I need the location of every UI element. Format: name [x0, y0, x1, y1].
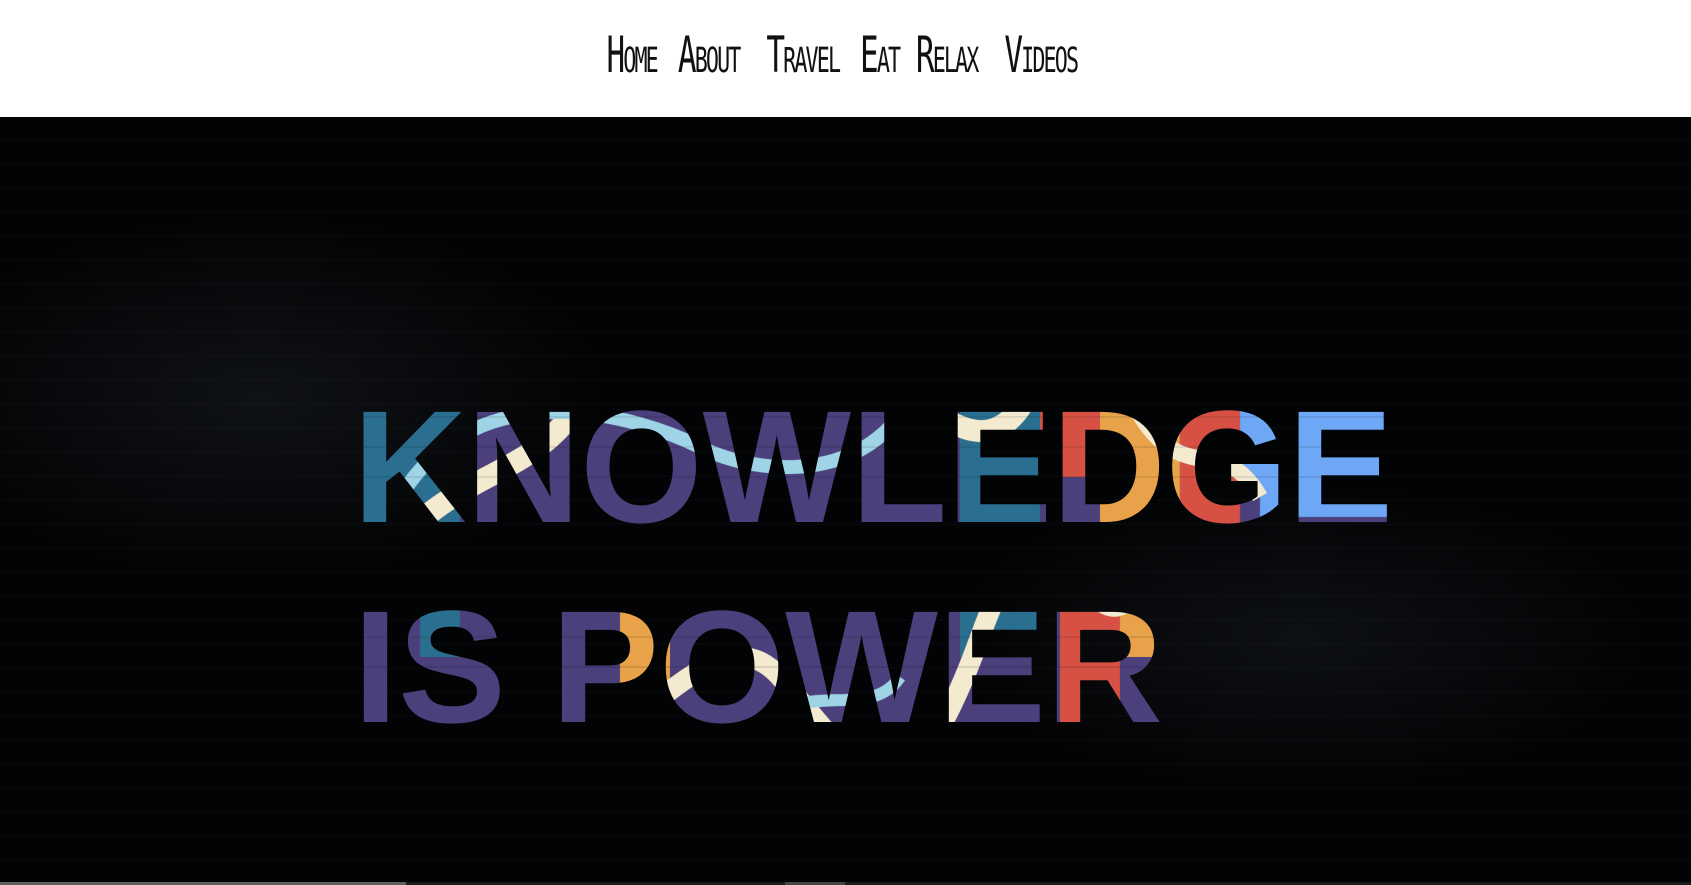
nav-relax-link[interactable]: Relax: [916, 30, 979, 80]
nav-travel-link[interactable]: Travel: [766, 30, 841, 80]
nav-videos-link[interactable]: Videos: [1004, 30, 1079, 80]
top-navigation-bar: Home About Travel Eat Relax Videos: [0, 0, 1691, 117]
hero-video-section[interactable]: KNOWLEDGE IS POWER: [0, 117, 1691, 885]
hero-headline-line1: KNOWLEDGE: [353, 377, 1393, 556]
nav-eat-link[interactable]: Eat: [860, 30, 901, 80]
hero-headline-graphic: KNOWLEDGE IS POWER: [353, 377, 1393, 756]
nav-home-link[interactable]: Home: [607, 30, 659, 80]
nav-about-link[interactable]: About: [678, 30, 741, 80]
hero-headline-line2: IS POWER: [353, 577, 1163, 756]
nav-menu: Home About Travel Eat Relax Videos: [607, 30, 1079, 80]
